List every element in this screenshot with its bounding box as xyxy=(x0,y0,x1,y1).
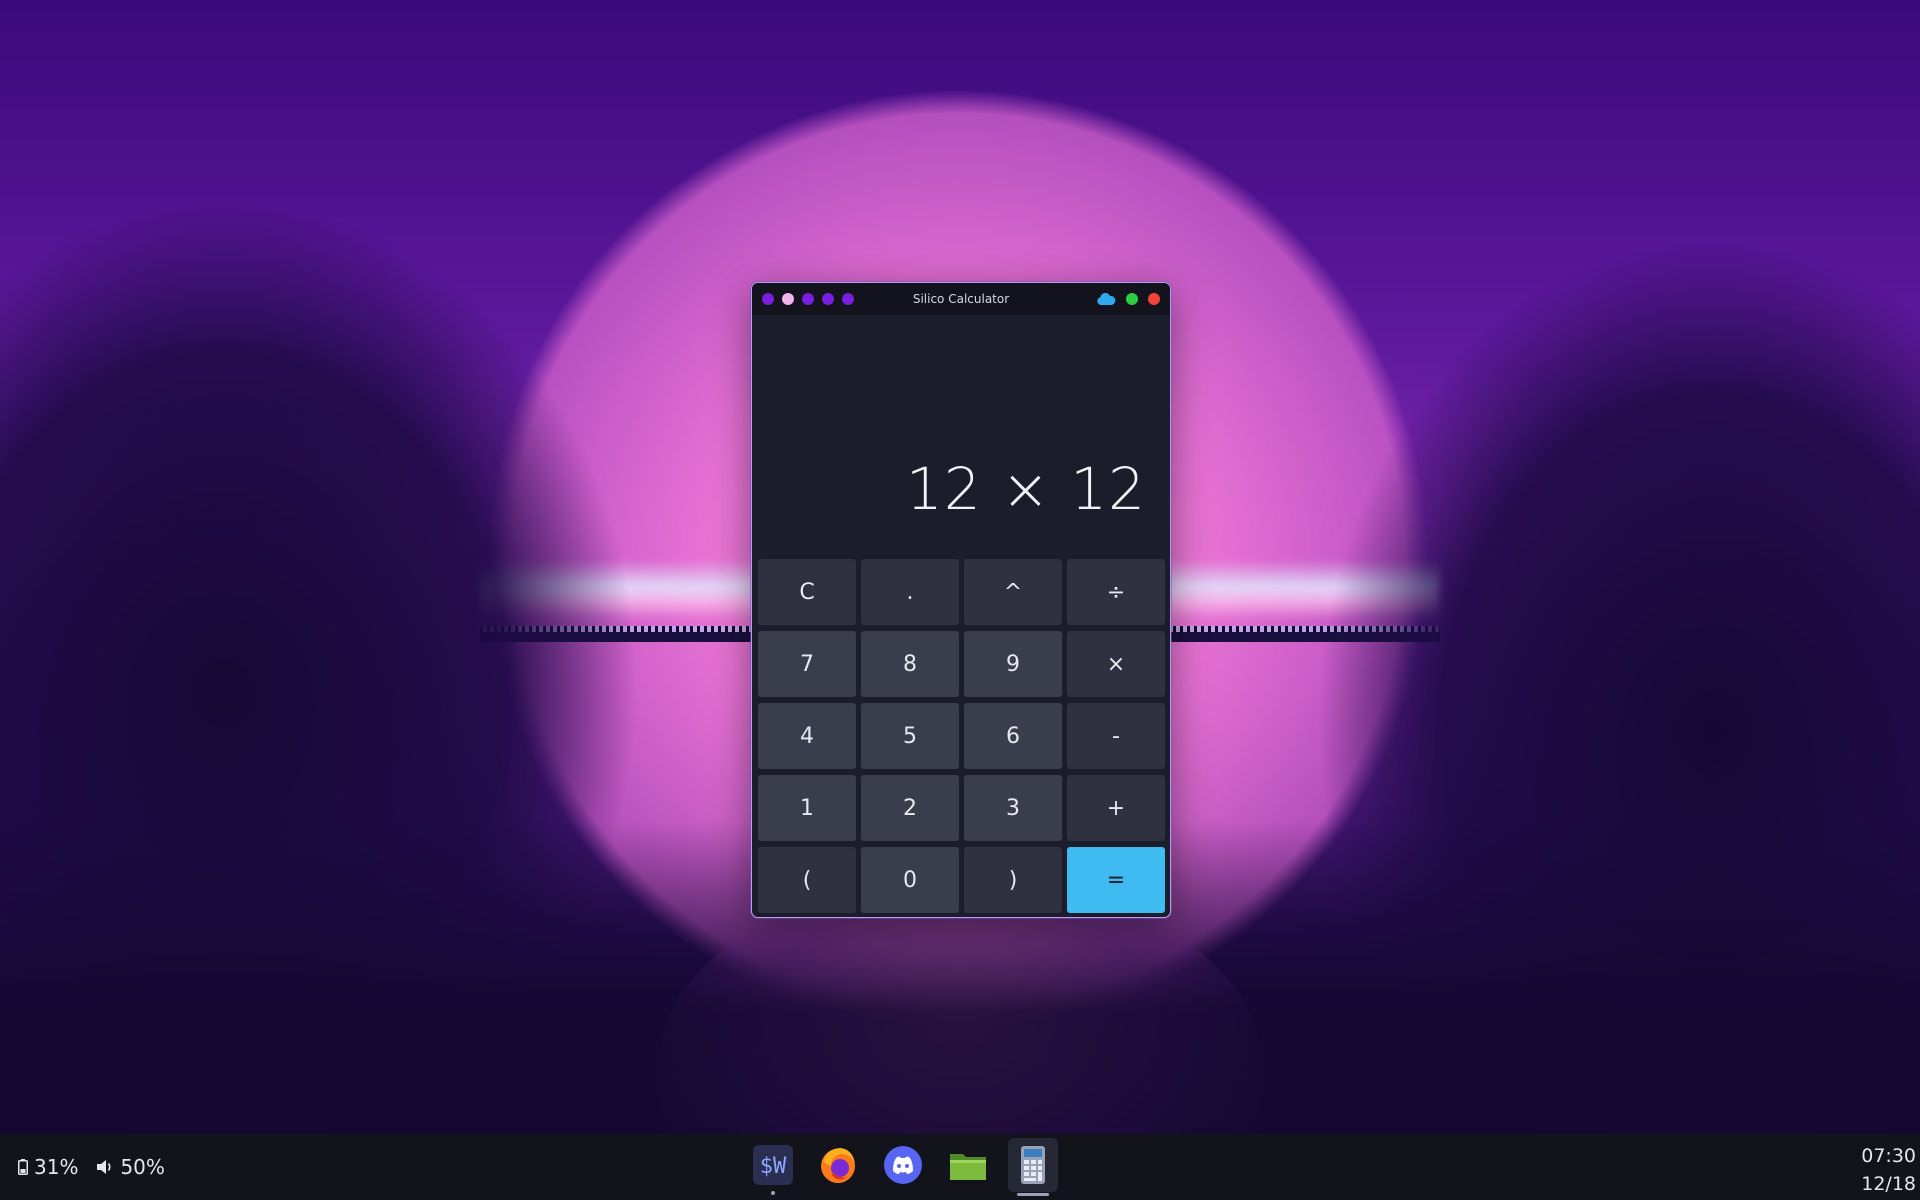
close-button[interactable] xyxy=(1148,293,1160,305)
key-digit-7-button[interactable]: 7 xyxy=(758,631,856,697)
battery-indicator[interactable]: 31% xyxy=(18,1155,78,1179)
key-decimal-button[interactable]: . xyxy=(861,559,959,625)
dock-item-files[interactable] xyxy=(943,1138,993,1192)
terminal-label: $W xyxy=(760,1154,787,1179)
cloud-icon[interactable] xyxy=(1096,292,1116,306)
key-plus-button[interactable]: + xyxy=(1067,775,1165,841)
key-digit-5-button[interactable]: 5 xyxy=(861,703,959,769)
discord-icon xyxy=(884,1146,922,1184)
volume-percent: 50% xyxy=(120,1155,165,1179)
calculator-display: 12 × 12 xyxy=(752,315,1170,537)
dock-item-terminal[interactable]: $W xyxy=(748,1138,798,1195)
key-digit-3-button[interactable]: 3 xyxy=(964,775,1062,841)
folder-icon xyxy=(950,1154,986,1180)
key-clear-button[interactable]: C xyxy=(758,559,856,625)
battery-percent: 31% xyxy=(34,1155,79,1179)
clock[interactable]: 07:30 12/18 xyxy=(1861,1142,1916,1198)
key-multiply-button[interactable]: × xyxy=(1067,631,1165,697)
window-titlebar[interactable]: Silico Calculator xyxy=(752,283,1170,315)
key-divide-button[interactable]: ÷ xyxy=(1067,559,1165,625)
key-digit-6-button[interactable]: 6 xyxy=(964,703,1062,769)
key-digit-9-button[interactable]: 9 xyxy=(964,631,1062,697)
volume-indicator[interactable]: 50% xyxy=(96,1155,165,1179)
calculator-window: Silico Calculator 12 × 12 C. ^ ÷ 7 8 9 × 4 5 6- 1 2… xyxy=(751,282,1171,918)
key-digit-2-button[interactable]: 2 xyxy=(861,775,959,841)
key-digit-0-button[interactable]: 0 xyxy=(861,847,959,913)
speaker-icon xyxy=(97,1160,111,1174)
dock: $W xyxy=(748,1138,1058,1196)
key-digit-8-button[interactable]: 8 xyxy=(861,631,959,697)
key-equals-button[interactable]: = xyxy=(1067,847,1165,913)
maximize-button[interactable] xyxy=(1126,293,1138,305)
dock-item-calculator[interactable] xyxy=(1008,1138,1058,1196)
key-open-paren-button[interactable]: ( xyxy=(758,847,856,913)
terminal-icon: $W xyxy=(753,1145,793,1185)
dock-item-discord[interactable] xyxy=(878,1138,928,1192)
key-minus-button[interactable]: - xyxy=(1067,703,1165,769)
keypad: C. ^ ÷ 7 8 9 × 4 5 6- 1 2 3 + (0) = xyxy=(758,559,1165,913)
battery-icon xyxy=(18,1159,28,1175)
calculator-icon xyxy=(1021,1146,1045,1184)
window-controls xyxy=(1096,292,1160,306)
key-power-button[interactable]: ^ xyxy=(964,559,1062,625)
firefox-icon xyxy=(821,1148,855,1183)
expression-display: 12 × 12 xyxy=(905,455,1146,523)
key-digit-1-button[interactable]: 1 xyxy=(758,775,856,841)
taskbar: 31% 50% $W 07:30 12/18 xyxy=(0,1134,1920,1200)
clock-time: 07:30 xyxy=(1861,1145,1916,1167)
key-digit-4-button[interactable]: 4 xyxy=(758,703,856,769)
clock-date: 12/18 xyxy=(1861,1173,1916,1195)
dock-item-firefox[interactable] xyxy=(813,1138,863,1192)
key-close-paren-button[interactable]: ) xyxy=(964,847,1062,913)
system-status: 31% 50% xyxy=(18,1134,165,1200)
